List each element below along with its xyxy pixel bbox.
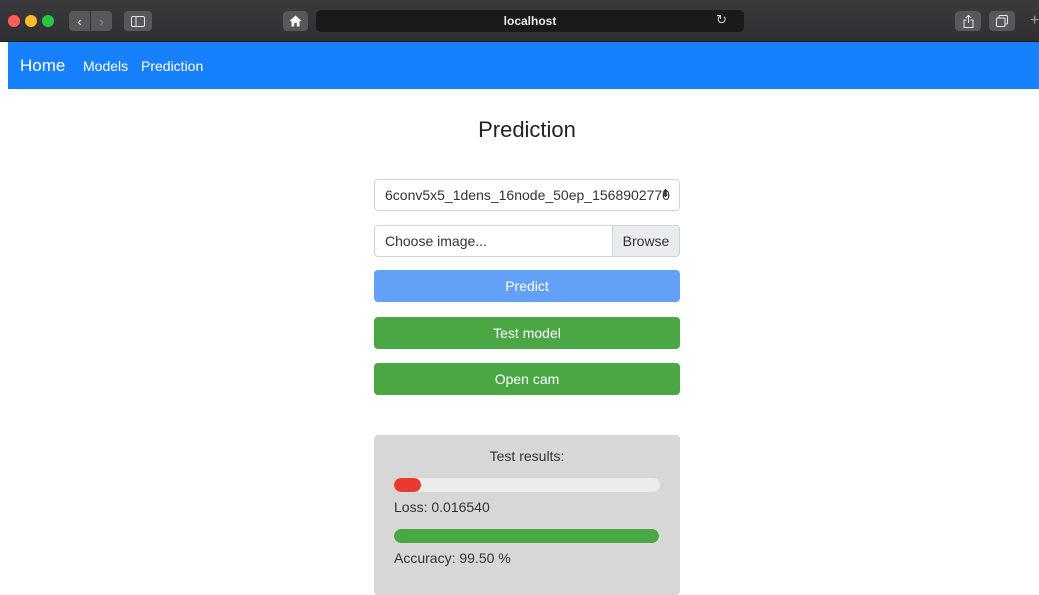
sidebar-toggle-button[interactable] (124, 11, 152, 31)
test-model-button[interactable]: Test model (374, 317, 680, 349)
browse-button[interactable]: Browse (612, 226, 679, 256)
accuracy-progress-fill (394, 529, 659, 543)
image-file-input[interactable]: Choose image... Browse (374, 225, 680, 257)
share-button[interactable] (955, 11, 981, 31)
test-results-heading: Test results: (489, 448, 565, 464)
loss-progress-fill (394, 478, 421, 492)
back-button[interactable]: ‹ (69, 11, 90, 31)
open-cam-button[interactable]: Open cam (374, 363, 680, 395)
reload-icon[interactable]: ↻ (716, 12, 727, 28)
address-bar[interactable]: localhost ↻ (316, 10, 744, 32)
nav-link-models[interactable]: Models (83, 58, 128, 74)
nav-link-prediction[interactable]: Prediction (141, 58, 203, 74)
loss-progress-bar (394, 478, 660, 492)
nav-brand-home[interactable]: Home (20, 56, 65, 76)
show-tabs-button[interactable] (989, 11, 1015, 31)
new-tab-button[interactable]: + (1030, 12, 1039, 30)
fullscreen-window-button[interactable] (42, 15, 54, 27)
chevron-left-icon: ‹ (77, 13, 82, 29)
loss-text: Loss: 0.016540 (394, 499, 490, 515)
forward-button[interactable]: › (91, 11, 112, 31)
browser-titlebar: ‹ › localhost ↻ + (0, 0, 1039, 42)
home-button[interactable] (283, 11, 308, 31)
sidebar-icon (131, 15, 145, 27)
share-icon (963, 14, 973, 28)
close-window-button[interactable] (8, 15, 20, 27)
predict-button[interactable]: Predict (374, 270, 680, 302)
test-results-panel: Test results: Loss: 0.016540 Accuracy: 9… (374, 435, 680, 595)
home-icon (289, 15, 302, 27)
minimize-window-button[interactable] (25, 15, 37, 27)
accuracy-text: Accuracy: 99.50 % (394, 550, 511, 566)
address-text: localhost (503, 14, 557, 28)
model-select[interactable]: 6conv5x5_1dens_16node_50ep_1568902770 ⬍ (374, 179, 680, 211)
tabs-icon (996, 15, 1008, 27)
select-arrows-icon: ⬍ (660, 188, 670, 200)
file-input-label: Choose image... (385, 233, 487, 249)
page-title: Prediction (478, 117, 576, 142)
chevron-right-icon: › (99, 13, 104, 29)
navbar: Home Models Prediction (8, 42, 1039, 89)
accuracy-progress-bar (394, 529, 660, 543)
model-select-value: 6conv5x5_1dens_16node_50ep_1568902770 (385, 187, 670, 203)
